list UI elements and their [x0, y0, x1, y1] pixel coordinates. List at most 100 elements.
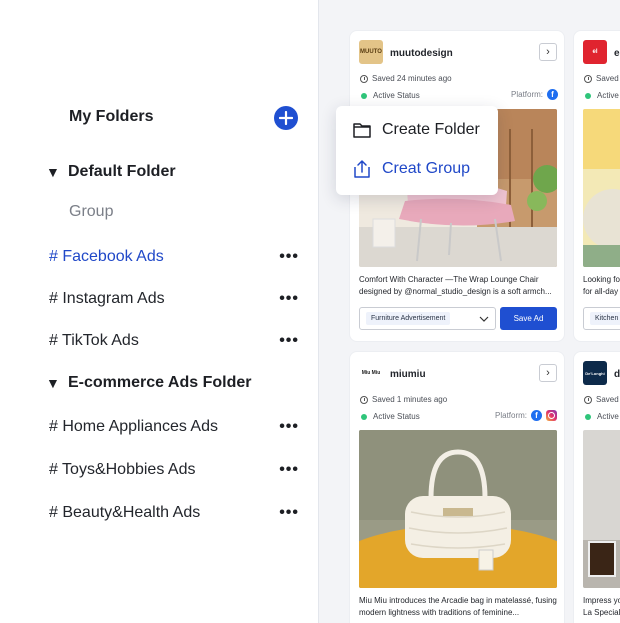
platform-row: Platform: f: [495, 410, 558, 421]
upload-group-icon: [354, 160, 370, 178]
sidebar-item-label: # Toys&Hobbies Ads: [49, 461, 196, 478]
sidebar-item-home-appliances-ads[interactable]: # Home Appliances Ads •••: [49, 415, 299, 439]
sidebar-item-label: # Instagram Ads: [49, 290, 165, 307]
create-folder-label: Create Folder: [382, 121, 480, 138]
instagram-icon: [546, 410, 558, 421]
chevron-down-icon: [479, 316, 489, 322]
status-dot-icon: [585, 413, 591, 420]
saved-text: Saved 1 minutes ago: [372, 395, 448, 404]
clock-icon: [584, 74, 592, 83]
status-text: Active Status: [373, 91, 420, 100]
create-group-label: Creat Group: [382, 160, 471, 177]
open-card-button[interactable]: ›: [539, 364, 557, 382]
saved-time: Saved 3: [584, 74, 620, 83]
brand-logo: Miu Miu: [359, 361, 383, 385]
create-menu-popup: Create Folder Creat Group: [336, 106, 498, 195]
folder-tag: Furniture Advertisement: [366, 312, 451, 325]
saved-text: Saved 3: [596, 395, 620, 404]
save-ad-button[interactable]: Save Ad: [500, 307, 557, 330]
folder-default[interactable]: ▼ Default Folder: [46, 163, 176, 181]
ad-description: Impress yo La Special: [583, 595, 620, 619]
chevron-right-icon: ›: [546, 46, 550, 58]
saved-time: Saved 24 minutes ago: [360, 74, 452, 83]
saved-time: Saved 1 minutes ago: [360, 395, 447, 404]
ad-description: Looking fo for all-day: [583, 274, 620, 298]
collapse-icon: ▼: [46, 164, 60, 180]
brand-logo-text: el: [592, 49, 598, 55]
folder-ecommerce[interactable]: ▼ E-commerce Ads Folder: [46, 374, 251, 392]
coffee-image: [583, 430, 620, 588]
sidebar-item-label: # Beauty&Health Ads: [49, 504, 201, 521]
more-icon[interactable]: •••: [279, 461, 299, 479]
folder-select[interactable]: Kitchen A: [583, 307, 620, 330]
more-icon[interactable]: •••: [279, 418, 299, 436]
folders-sidebar: My Folders ▼ Default Folder Group # Face…: [0, 0, 319, 623]
status-row: Active S: [585, 412, 620, 421]
status-text: Active Status: [373, 412, 420, 421]
status-dot-icon: [361, 92, 367, 99]
ad-card[interactable]: el el Saved 3 Active S Looking fo for al…: [573, 30, 620, 342]
brand-name[interactable]: muutodesign: [390, 48, 453, 59]
status-dot-icon: [361, 413, 367, 420]
platform-label: Platform:: [511, 90, 544, 99]
collapse-icon: ▼: [46, 375, 60, 391]
brand-logo: el: [583, 40, 607, 64]
ad-card[interactable]: De'Longhi de Saved 3 Active S Impress yo…: [573, 351, 620, 623]
bag-image: [359, 430, 557, 588]
folder-select[interactable]: Furniture Advertisement: [359, 307, 496, 330]
more-icon[interactable]: •••: [279, 504, 299, 522]
ad-description-line: La Special: [583, 608, 620, 617]
add-folder-button[interactable]: [274, 106, 298, 130]
create-folder-menu-item[interactable]: Create Folder: [352, 120, 480, 140]
brand-name[interactable]: el: [614, 48, 620, 59]
create-group-menu-item[interactable]: Creat Group: [352, 159, 470, 179]
brand-name[interactable]: de: [614, 369, 620, 380]
sidebar-item-toys-hobbies-ads[interactable]: # Toys&Hobbies Ads •••: [49, 458, 299, 482]
folder-icon: [353, 123, 371, 138]
status-row: Active Status: [361, 91, 420, 100]
group-label: Group: [69, 203, 114, 220]
plus-icon: [279, 111, 293, 125]
status-row: Active S: [585, 91, 620, 100]
brand-name[interactable]: miumiu: [390, 369, 426, 380]
more-icon[interactable]: •••: [279, 290, 299, 308]
kitchen-image: [583, 109, 620, 267]
saved-text: Saved 3: [596, 74, 620, 83]
ad-media[interactable]: [583, 430, 620, 588]
clock-icon: [360, 74, 368, 83]
platform-row: Platform: f: [511, 89, 559, 100]
ad-description: Comfort With Character —The Wrap Lounge …: [359, 275, 552, 296]
status-dot-icon: [585, 92, 591, 99]
status-row: Active Status: [361, 412, 420, 421]
ad-card[interactable]: Miu Miu miumiu › Saved 1 minutes ago Act…: [349, 351, 565, 623]
status-text: Active S: [597, 412, 620, 421]
folder-tag: Kitchen A: [590, 312, 620, 325]
chevron-right-icon: ›: [546, 367, 550, 379]
facebook-icon: f: [531, 410, 543, 421]
ad-media-bag[interactable]: [359, 430, 557, 588]
facebook-icon: f: [547, 89, 559, 100]
sidebar-item-beauty-health-ads[interactable]: # Beauty&Health Ads •••: [49, 501, 299, 525]
sidebar-item-instagram-ads[interactable]: # Instagram Ads •••: [49, 287, 299, 311]
ad-description-line: Looking fo: [583, 275, 620, 284]
status-text: Active S: [597, 91, 620, 100]
sidebar-item-facebook-ads[interactable]: # Facebook Ads •••: [49, 245, 299, 269]
more-icon[interactable]: •••: [279, 248, 299, 266]
saved-text: Saved 24 minutes ago: [372, 74, 452, 83]
more-icon[interactable]: •••: [279, 332, 299, 350]
brand-logo: De'Longhi: [583, 361, 607, 385]
platform-label: Platform:: [495, 411, 528, 420]
open-card-button[interactable]: ›: [539, 43, 557, 61]
brand-logo: MUUTO: [359, 40, 383, 64]
ad-description-line: for all-day: [583, 287, 619, 296]
ad-description-line: Impress yo: [583, 596, 620, 605]
folder-name: Default Folder: [68, 163, 176, 180]
folder-name: E-commerce Ads Folder: [68, 374, 252, 391]
saved-time: Saved 3: [584, 395, 620, 404]
clock-icon: [584, 395, 592, 404]
sidebar-item-tiktok-ads[interactable]: # TikTok Ads •••: [49, 329, 299, 353]
ad-media[interactable]: [583, 109, 620, 267]
sidebar-item-label: # TikTok Ads: [49, 332, 139, 349]
clock-icon: [360, 395, 368, 404]
sidebar-item-label: # Facebook Ads: [49, 248, 164, 265]
